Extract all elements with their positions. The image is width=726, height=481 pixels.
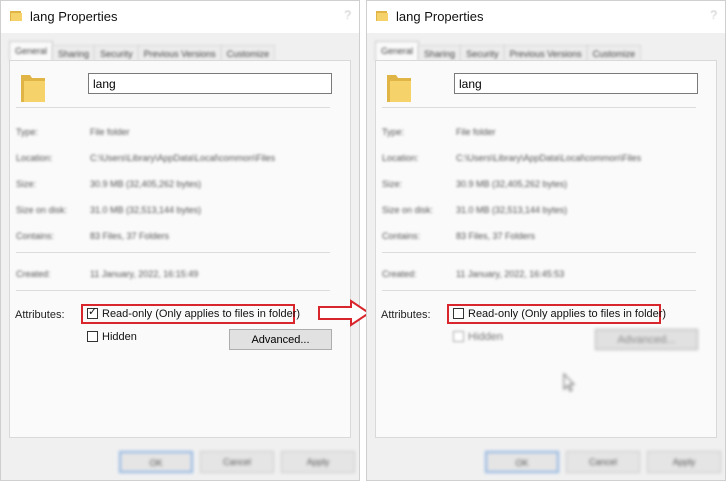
contains-value: 83 Files, 37 Folders (456, 231, 536, 241)
attributes-label: Attributes: (381, 309, 431, 321)
hidden-checkbox-row[interactable]: Hidden (87, 331, 137, 343)
right-arrow-icon (318, 299, 371, 327)
readonly-checkbox[interactable]: ✓ (87, 306, 98, 319)
folder-icon (376, 11, 388, 21)
contains-label: Contains: (16, 231, 55, 241)
divider (382, 252, 696, 253)
help-icon[interactable]: ? (710, 8, 717, 22)
divider (16, 290, 330, 291)
apply-button[interactable]: Apply (281, 451, 355, 473)
tab-general[interactable]: General (375, 41, 420, 61)
size-label: Size: (16, 179, 37, 189)
created-label: Created: (382, 269, 417, 279)
hidden-checkbox[interactable] (87, 331, 98, 342)
type-value: File folder (90, 127, 130, 137)
tab-strip: General Sharing Security Previous Versions C… (375, 41, 717, 62)
properties-window-after: lang Properties ? General Sharing Security… (366, 0, 726, 481)
apply-button[interactable]: Apply (647, 451, 721, 473)
type-label: Type: (382, 127, 405, 137)
general-panel: Type: File folder Location: C:\Users\Lib… (9, 60, 351, 438)
type-value: File folder (456, 127, 496, 137)
hidden-checkbox[interactable] (453, 331, 464, 342)
ok-button[interactable]: OK (119, 451, 193, 473)
divider (382, 290, 696, 291)
properties-window-before: lang Properties ? General Sharing Security… (0, 0, 360, 481)
created-value: 11 January, 2022, 16:15:49 (90, 269, 199, 279)
size-on-disk-value: 31.0 MB (32,513,144 bytes) (90, 205, 202, 215)
contains-value: 83 Files, 37 Folders (90, 231, 170, 241)
size-on-disk-label: Size on disk: (382, 205, 434, 215)
folder-icon (10, 11, 22, 21)
readonly-label: Read-only (Only applies to files in fold… (102, 308, 301, 320)
folder-name-input[interactable] (454, 73, 698, 94)
folder-icon (21, 75, 45, 102)
hidden-label: Hidden (468, 331, 503, 343)
divider (16, 252, 330, 253)
contains-label: Contains: (382, 231, 421, 241)
location-label: Location: (382, 153, 419, 163)
advanced-button[interactable]: Advanced... (229, 329, 332, 350)
folder-name-input[interactable] (88, 73, 332, 94)
readonly-checkbox-row[interactable]: ✓ Read-only (Only applies to files in fol… (87, 306, 301, 320)
size-label: Size: (382, 179, 403, 189)
location-value: C:\Users\Library\AppData\Local\common\Fi… (90, 153, 276, 163)
title-bar: lang Properties ? (1, 1, 359, 33)
divider (16, 107, 330, 108)
dialog-body: General Sharing Security Previous Versions C… (1, 33, 359, 480)
title-bar: lang Properties ? (367, 1, 725, 33)
checkmark-icon: ✓ (88, 306, 98, 318)
window-title: lang Properties (396, 9, 484, 24)
size-value: 30.9 MB (32,405,262 bytes) (456, 179, 568, 189)
cancel-button[interactable]: Cancel (200, 451, 274, 473)
type-label: Type: (16, 127, 39, 137)
size-on-disk-value: 31.0 MB (32,513,144 bytes) (456, 205, 568, 215)
advanced-button[interactable]: Advanced... (595, 329, 698, 350)
attributes-label: Attributes: (15, 309, 65, 321)
tab-general[interactable]: General (9, 41, 54, 61)
window-title: lang Properties (30, 9, 118, 24)
hidden-label: Hidden (102, 331, 137, 343)
location-value: C:\Users\Library\AppData\Local\common\Fi… (456, 153, 642, 163)
readonly-label: Read-only (Only applies to files in fold… (468, 308, 667, 320)
created-value: 11 January, 2022, 16:45:53 (456, 269, 565, 279)
help-icon[interactable]: ? (344, 8, 351, 22)
general-panel: Type: File folder Location: C:\Users\Lib… (375, 60, 717, 438)
mouse-cursor-icon (563, 373, 575, 392)
cancel-button[interactable]: Cancel (566, 451, 640, 473)
created-label: Created: (16, 269, 51, 279)
divider (382, 107, 696, 108)
folder-icon (387, 75, 411, 102)
readonly-checkbox[interactable] (453, 308, 464, 319)
size-value: 30.9 MB (32,405,262 bytes) (90, 179, 202, 189)
location-label: Location: (16, 153, 53, 163)
ok-button[interactable]: OK (485, 451, 559, 473)
readonly-checkbox-row[interactable]: Read-only (Only applies to files in fold… (453, 308, 666, 320)
hidden-checkbox-row[interactable]: Hidden (453, 331, 503, 343)
size-on-disk-label: Size on disk: (16, 205, 68, 215)
dialog-body: General Sharing Security Previous Versions C… (367, 33, 725, 480)
tab-strip: General Sharing Security Previous Versions C… (9, 41, 351, 62)
